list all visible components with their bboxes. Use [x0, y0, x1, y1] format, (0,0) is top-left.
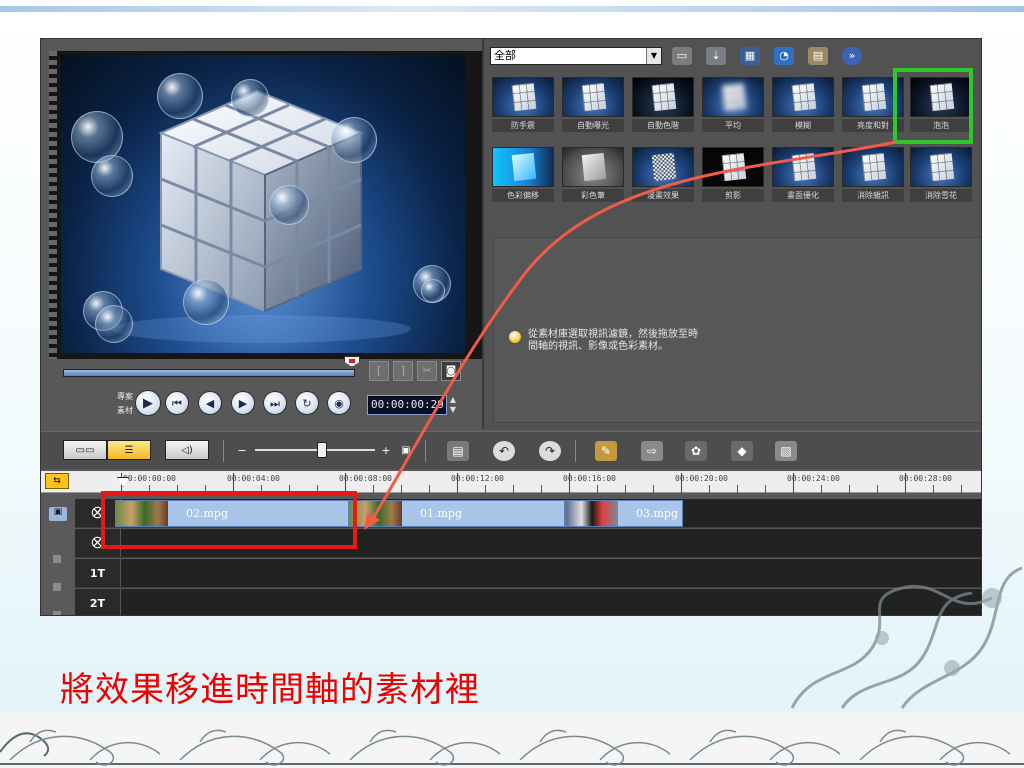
dragon-decoration [752, 558, 1024, 718]
slide-caption: 將效果移進時間軸的素材裡 [60, 670, 480, 710]
wave-border-decoration [0, 712, 1024, 768]
